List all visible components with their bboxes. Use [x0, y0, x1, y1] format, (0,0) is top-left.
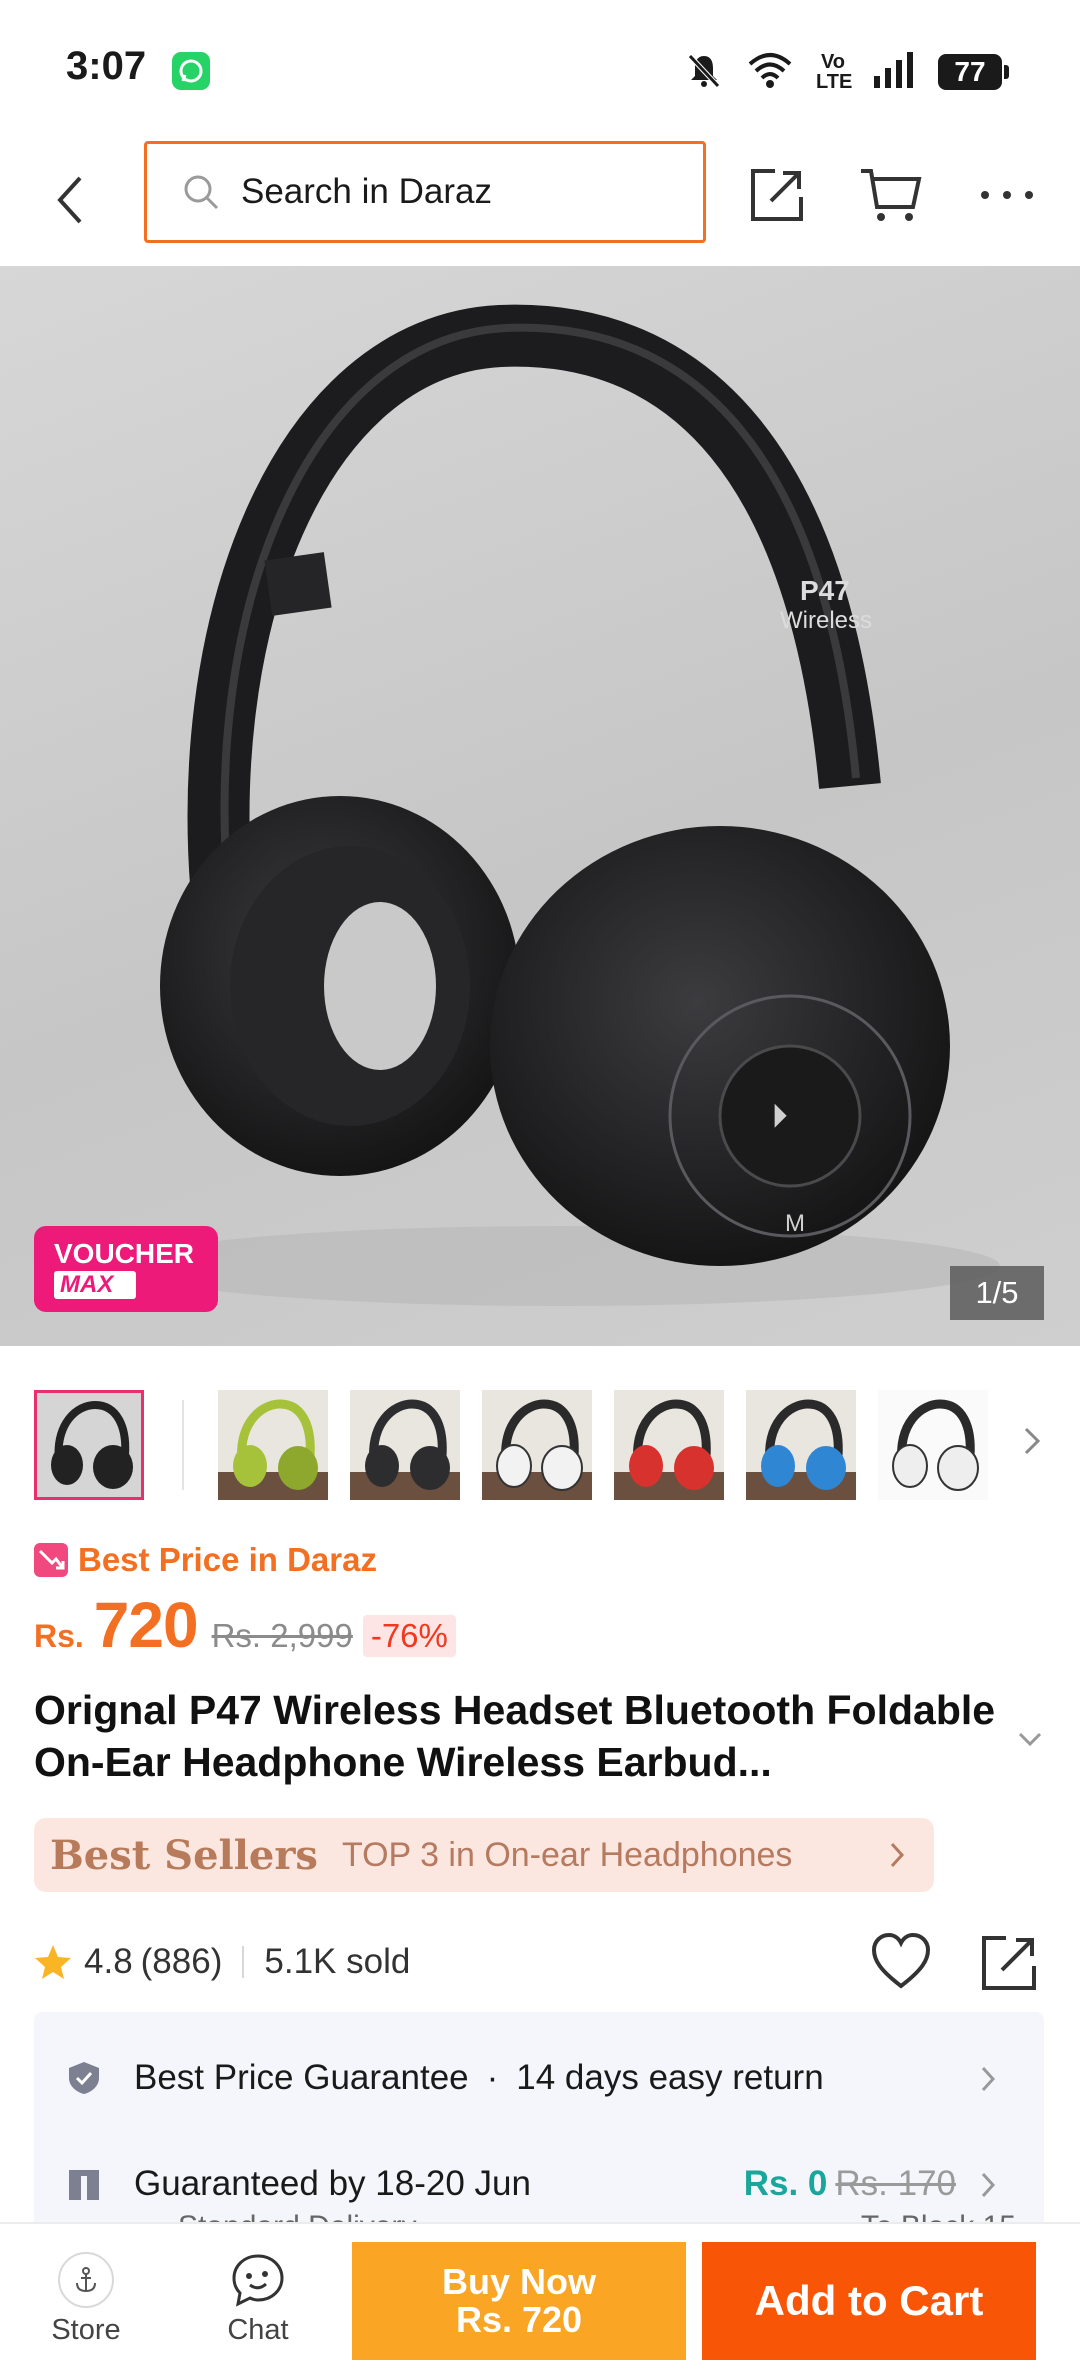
shipping-fee-old: Rs. 170: [835, 2164, 956, 2203]
cart-button[interactable]: [856, 160, 926, 230]
thumbnail-7[interactable]: [878, 1390, 988, 1500]
star-icon: [35, 1945, 71, 1979]
guarantee-row[interactable]: Best Price Guarantee · 14 days easy retu…: [66, 2048, 1026, 2108]
chat-icon: [232, 2254, 284, 2307]
delivery-row[interactable]: Guaranteed by 18-20 Jun Rs. 0 Rs. 170: [66, 2154, 1026, 2214]
chevron-right-icon: [981, 2172, 996, 2198]
more-dots-icon: [981, 191, 1033, 199]
headphone-model-label: P47: [800, 575, 850, 606]
thumbnail-2[interactable]: [218, 1390, 328, 1500]
bottom-action-bar: Store Chat Buy Now Rs. 720 Add to Cart: [0, 2222, 1080, 2372]
rating-row: 4.8 (886) 5.1K sold: [34, 1932, 1046, 1992]
shipping-fee-new: Rs. 0: [743, 2164, 828, 2203]
headphone-image: P47 Wireless ⏵︎ M: [120, 304, 1000, 1306]
thumbnail-strip: [0, 1380, 1080, 1506]
best-price-label: Best Price in Daraz: [34, 1540, 377, 1580]
voucher-max-badge[interactable]: VOUCHER MAX: [34, 1226, 218, 1312]
price-currency: Rs.: [34, 1618, 84, 1654]
chevron-left-icon: [57, 176, 82, 224]
svg-text:⏵︎: ⏵︎: [772, 1100, 787, 1133]
thumbnail-6[interactable]: [746, 1390, 856, 1500]
image-counter: 1/5: [950, 1266, 1044, 1320]
mute-icon: [684, 50, 724, 95]
chevron-right-icon: [981, 2066, 996, 2092]
chat-button[interactable]: Chat: [198, 2242, 318, 2362]
search-icon: [184, 175, 219, 210]
product-image-gallery[interactable]: P47 Wireless ⏵︎ M VOUCHER MAX 1/5: [0, 266, 1080, 1346]
more-options-button[interactable]: [972, 160, 1042, 230]
buy-now-button[interactable]: Buy Now Rs. 720: [352, 2242, 686, 2360]
share-icon: [751, 169, 803, 221]
whatsapp-icon: [172, 52, 210, 90]
store-logo-icon: [58, 2252, 114, 2308]
thumbnail-next-button[interactable]: [1012, 1416, 1052, 1466]
thumbnail-1[interactable]: [34, 1390, 144, 1500]
best-price-guarantee-text: Best Price Guarantee: [134, 2058, 469, 2097]
wishlist-heart-icon[interactable]: [870, 1932, 932, 1990]
original-price: Rs. 2,999: [211, 1617, 353, 1654]
sold-count: 5.1K sold: [264, 1942, 411, 1981]
thumbnail-3[interactable]: [350, 1390, 460, 1500]
svg-text:M: M: [785, 1210, 805, 1237]
easy-return-text: 14 days easy return: [516, 2058, 824, 2097]
chat-label: Chat: [227, 2314, 289, 2346]
separator-dot: ·: [486, 2058, 499, 2097]
thumbnail-4[interactable]: [482, 1390, 592, 1500]
add-to-cart-button[interactable]: Add to Cart: [702, 2242, 1036, 2360]
wifi-icon: [746, 50, 794, 95]
package-icon: [69, 2170, 99, 2200]
search-input[interactable]: Search in Daraz: [144, 141, 706, 243]
rating-score[interactable]: 4.8: [84, 1942, 133, 1982]
search-placeholder: Search in Daraz: [241, 172, 492, 211]
best-sellers-rank: TOP 3 in On-ear Headphones: [341, 1835, 793, 1874]
review-count[interactable]: (886): [141, 1942, 223, 1982]
status-icons: Vo LTE 77: [684, 48, 1009, 96]
headphone-type-label: Wireless: [780, 607, 872, 634]
chevron-right-icon: [1024, 1427, 1041, 1455]
cart-icon: [861, 169, 922, 221]
shield-check-icon: [69, 2062, 99, 2094]
chevron-right-icon: [890, 1842, 905, 1868]
thumbnail-divider: [182, 1400, 184, 1490]
current-price: 720: [93, 1589, 199, 1661]
thumbnail-5[interactable]: [614, 1390, 724, 1500]
volte-indicator: Vo LTE: [816, 51, 853, 93]
share-button[interactable]: [742, 160, 812, 230]
trend-badge-icon: [34, 1543, 68, 1577]
store-button[interactable]: Store: [26, 2242, 146, 2362]
store-label: Store: [51, 2314, 121, 2346]
signal-icon: [872, 50, 916, 95]
status-time: 3:07: [66, 44, 147, 88]
buy-now-label: Buy Now: [441, 2261, 596, 2302]
product-title[interactable]: Orignal P47 Wireless Headset Bluetooth F…: [34, 1684, 1004, 1788]
best-sellers-logo: Best Sellers: [50, 1831, 318, 1879]
best-sellers-banner[interactable]: Best Sellers TOP 3 in On-ear Headphones: [34, 1818, 934, 1892]
buy-now-price: Rs. 720: [455, 2299, 583, 2340]
status-bar: 3:07 Vo LTE 77: [0, 0, 1080, 140]
battery-indicator: 77: [938, 54, 1009, 90]
chevron-down-icon[interactable]: [1010, 1720, 1050, 1760]
share-product-icon[interactable]: [978, 1932, 1040, 1994]
discount-badge: -76%: [362, 1615, 456, 1657]
shipping-fee: Rs. 0 Rs. 170: [744, 2164, 956, 2204]
delivery-guarantee-text: Guaranteed by 18-20 Jun: [134, 2164, 531, 2203]
back-button[interactable]: [40, 160, 100, 240]
price-row: Rs. 720 Rs. 2,999 -76%: [34, 1588, 456, 1668]
rating-divider: [242, 1946, 245, 1978]
top-navigation: Search in Daraz: [0, 140, 1080, 266]
